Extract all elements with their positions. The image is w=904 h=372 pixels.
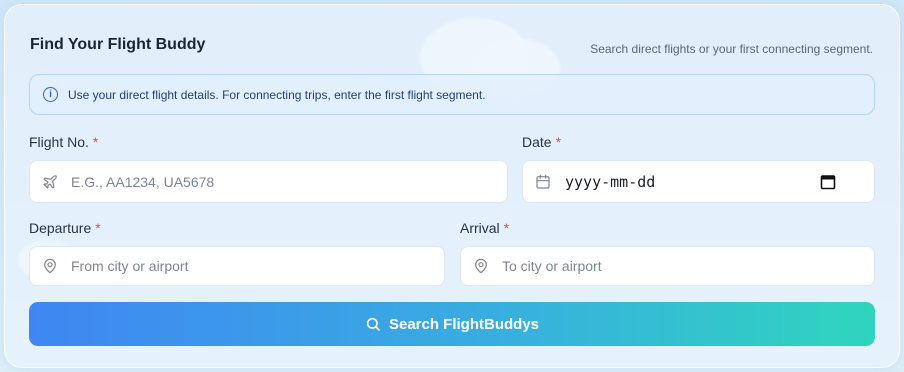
required-mark: *	[92, 134, 99, 150]
map-pin-icon	[475, 258, 487, 274]
required-mark: *	[555, 134, 562, 150]
departure-input[interactable]: From city or airport	[29, 246, 445, 286]
calendar-icon	[536, 174, 550, 189]
date-label: Date *	[522, 134, 561, 150]
search-flightbuddys-button[interactable]: Search FlightBuddys	[29, 302, 875, 346]
flight-no-label-text: Flight No.	[29, 134, 89, 150]
required-mark: *	[95, 220, 101, 236]
calendar-picker-icon[interactable]	[820, 174, 836, 190]
arrival-label: Arrival *	[460, 220, 509, 236]
plane-icon	[43, 174, 57, 189]
arrival-input[interactable]: To city or airport	[460, 246, 875, 286]
flight-buddy-search-card: Find Your Flight Buddy Search direct fli…	[4, 4, 900, 368]
map-pin-icon	[44, 258, 56, 274]
departure-label-text: Departure	[29, 220, 92, 236]
date-label-text: Date	[522, 134, 552, 150]
arrival-placeholder: To city or airport	[502, 258, 602, 274]
search-button-label: Search FlightBuddys	[388, 315, 540, 333]
info-notice: i Use your direct flight details. For co…	[29, 74, 875, 115]
date-value: yyyy-mm-dd	[565, 172, 656, 191]
departure-placeholder: From city or airport	[71, 258, 189, 274]
flight-no-input[interactable]: E.G., AA1234, UA5678	[29, 160, 508, 203]
form-title: Find Your Flight Buddy	[30, 36, 206, 53]
info-icon: i	[43, 87, 58, 102]
arrival-label-text: Arrival	[460, 220, 500, 236]
required-mark: *	[503, 220, 510, 236]
form-subtitle: Search direct flights or your first conn…	[590, 42, 873, 56]
flight-no-label: Flight No. *	[29, 134, 98, 150]
departure-label: Departure *	[29, 220, 101, 236]
notice-text: Use your direct flight details. For conn…	[68, 87, 486, 102]
date-input[interactable]: yyyy-mm-dd	[522, 160, 875, 203]
flight-no-placeholder: E.G., AA1234, UA5678	[71, 173, 215, 190]
search-icon	[366, 317, 380, 331]
